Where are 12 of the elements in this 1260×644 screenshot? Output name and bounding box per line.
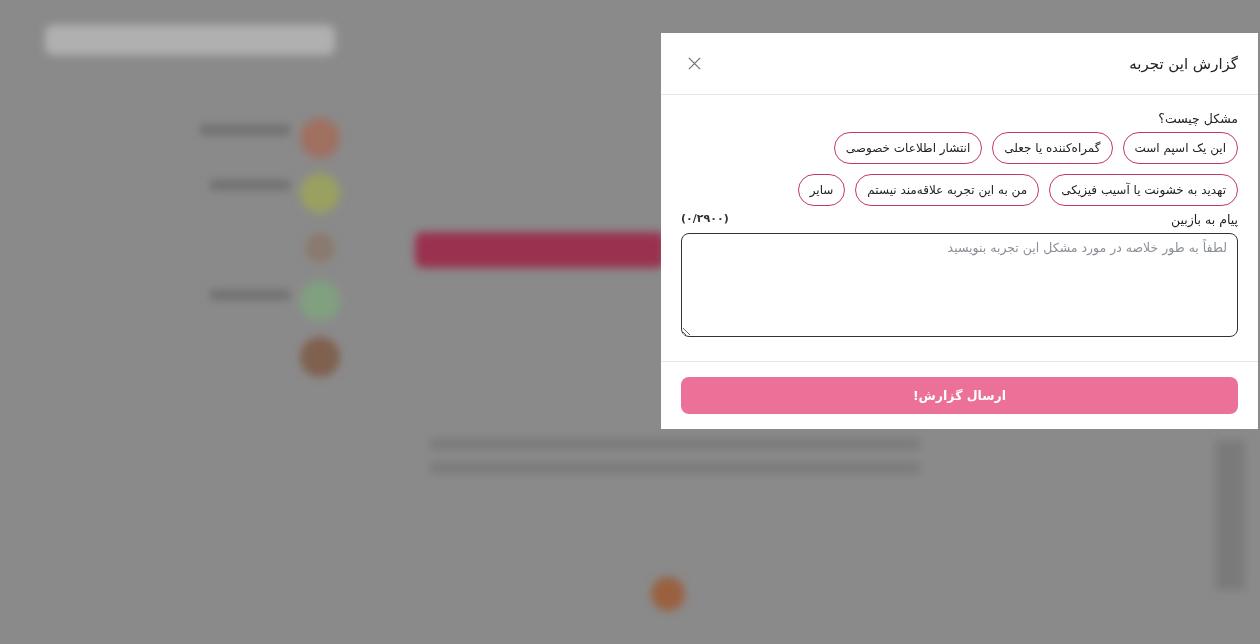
dialog-title: گزارش این تجربه [1129,54,1238,73]
message-label: پیام به بازبین [1170,212,1238,227]
question-label: مشکل چیست؟ [1157,111,1238,126]
reason-chip[interactable]: سایر [797,174,846,206]
reason-chip[interactable]: این یک اسپم است [1122,132,1238,164]
reason-chip[interactable]: من به این تجربه علاقه‌مند نیستم [855,174,1040,206]
character-counter: (۰/۲۹۰۰) [681,212,729,227]
reason-chip[interactable]: تهدید به خشونت یا آسیب فیزیکی [1049,174,1238,206]
close-icon[interactable] [687,56,702,71]
reason-chip[interactable]: انتشار اطلاعات خصوصی [833,132,983,164]
reason-chip[interactable]: گمراه‌کننده یا جعلی [992,132,1113,164]
message-field[interactable]: لطفاً به طور خلاصه در مورد مشکل این تجربه بنویسید [681,233,1238,337]
